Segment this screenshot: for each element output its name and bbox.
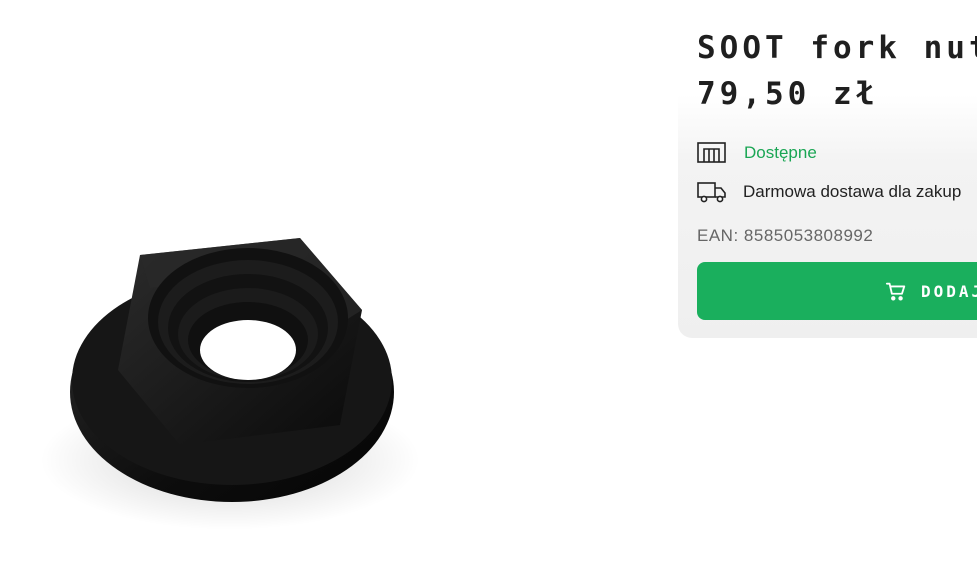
product-image[interactable] xyxy=(40,200,440,540)
add-to-cart-button[interactable]: DODAJ xyxy=(697,262,977,320)
ean-value: 8585053808992 xyxy=(743,226,874,245)
cart-icon xyxy=(885,280,907,302)
product-price: 79,50 zł xyxy=(697,76,879,112)
product-title: SOOT fork nut xyxy=(697,30,977,66)
truck-icon xyxy=(697,180,727,204)
availability-status: Dostępne xyxy=(744,143,817,162)
availability-row: Dostępne xyxy=(697,141,817,165)
warehouse-icon xyxy=(697,141,727,165)
add-to-cart-label: DODAJ xyxy=(921,281,977,301)
shipping-info: Darmowa dostawa dla zakup xyxy=(743,182,962,201)
ean-code: EAN: 8585053808992 xyxy=(697,226,873,246)
shipping-row: Darmowa dostawa dla zakup xyxy=(697,180,961,204)
ean-label: EAN: xyxy=(697,226,739,245)
product-info-panel: SOOT fork nut 79,50 zł Dostępne Darmowa … xyxy=(678,0,977,338)
